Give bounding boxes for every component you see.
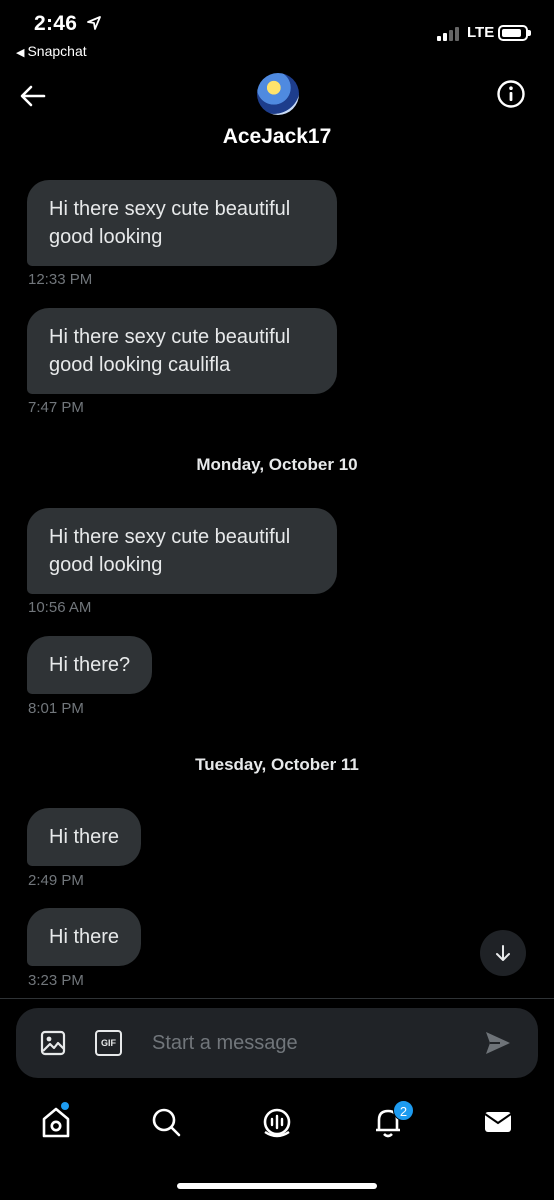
composer-divider (0, 998, 554, 999)
status-bar: 2:46 ◀ Snapchat LTE (0, 0, 554, 64)
battery-icon (498, 25, 531, 41)
notifications-badge: 2 (393, 1100, 414, 1121)
send-icon[interactable] (484, 1030, 512, 1056)
message-bubble[interactable]: Hi there? (27, 636, 153, 694)
messages-icon[interactable] (478, 1102, 518, 1142)
info-icon[interactable] (496, 79, 526, 109)
message-input[interactable] (152, 1025, 472, 1061)
home-indicator[interactable] (177, 1183, 377, 1189)
message-timestamp: 10:56 AM (28, 599, 92, 616)
home-icon[interactable] (36, 1102, 76, 1142)
arrow-down-icon (496, 945, 510, 961)
message-composer: GIF (16, 1008, 538, 1078)
search-icon[interactable] (146, 1102, 186, 1142)
bottom-navigation (0, 1090, 554, 1160)
conversation-header: AceJack17 (0, 64, 554, 164)
back-to-app-link[interactable]: ◀ Snapchat (16, 43, 87, 59)
network-label: LTE (467, 24, 495, 41)
message-bubble[interactable]: Hi there sexy cute beautiful good lookin… (27, 180, 337, 266)
message-bubble[interactable]: Hi there (27, 808, 142, 866)
back-arrow-icon[interactable] (18, 81, 48, 111)
avatar[interactable] (257, 73, 299, 115)
home-unread-dot (61, 1102, 69, 1110)
day-separator: Monday, October 10 (196, 455, 358, 474)
message-timestamp: 12:33 PM (28, 271, 93, 288)
message-timestamp: 8:01 PM (28, 700, 84, 717)
message-bubble[interactable]: Hi there sexy cute beautiful good lookin… (27, 308, 337, 394)
message-timestamp: 7:47 PM (28, 399, 84, 416)
back-app-label: Snapchat (27, 43, 87, 59)
message-thread[interactable]: Hi there sexy cute beautiful good lookin… (0, 164, 554, 998)
back-triangle-icon: ◀ (16, 47, 25, 59)
image-icon[interactable] (40, 1030, 66, 1056)
message-timestamp: 2:49 PM (28, 872, 84, 889)
conversation-username[interactable]: AceJack17 (0, 125, 554, 149)
gif-icon[interactable]: GIF (95, 1030, 122, 1056)
location-arrow-icon (87, 16, 101, 30)
scroll-to-bottom-button[interactable] (480, 930, 526, 976)
spaces-icon[interactable] (257, 1102, 297, 1142)
cellular-signal-icon (437, 26, 463, 41)
message-timestamp: 3:23 PM (28, 972, 84, 989)
day-separator: Tuesday, October 11 (195, 755, 359, 774)
message-bubble[interactable]: Hi there (27, 908, 142, 966)
status-time: 2:46 (34, 12, 78, 35)
message-bubble[interactable]: Hi there sexy cute beautiful good lookin… (27, 508, 337, 594)
